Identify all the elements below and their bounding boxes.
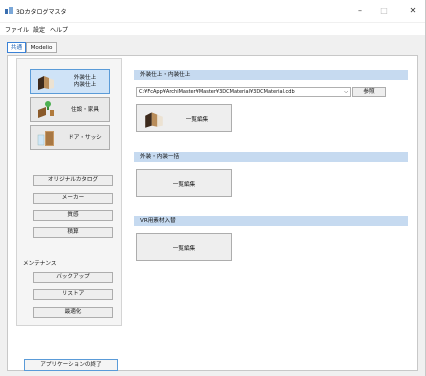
window-title: 3Dカタログマスタ: [16, 9, 67, 16]
list-edit-button-exterior-interior[interactable]: 一覧編集: [136, 104, 232, 132]
door-sash-icon: [37, 131, 54, 146]
list-edit-label: 一覧編集: [185, 117, 209, 123]
category-furniture-button[interactable]: 住設・家具: [30, 97, 110, 122]
category-label: ドア・サッシ: [68, 135, 102, 141]
app-window: 3Dカタログマスタ – □ ✕ ファイル 設定 ヘルプ 共通 Modelio 外…: [0, 0, 426, 376]
texture-button[interactable]: 質感: [33, 210, 113, 221]
minimize-button[interactable]: –: [353, 4, 367, 18]
category-label: 住設・家具: [71, 107, 99, 113]
menu-file[interactable]: ファイル: [5, 25, 29, 34]
menu-help[interactable]: ヘルプ: [50, 25, 68, 34]
restore-button[interactable]: リストア: [33, 289, 113, 300]
original-catalog-button[interactable]: オリジナルカタログ: [33, 175, 113, 186]
material-samples-icon: [38, 76, 54, 90]
list-edit-button-bulk[interactable]: 一覧編集: [136, 169, 232, 197]
category-exterior-interior-button[interactable]: 外装仕上 内装仕上: [30, 69, 110, 94]
app-icon: [5, 7, 13, 14]
category-pane: 外装仕上 内装仕上 住設・家具 ドア・サッシ: [16, 58, 122, 326]
list-edit-button-vr[interactable]: 一覧編集: [136, 233, 232, 261]
section-header-bulk: 外装・内装一括: [134, 152, 408, 162]
category-door-sash-button[interactable]: ドア・サッシ: [30, 125, 110, 150]
browse-button[interactable]: 参照: [352, 87, 386, 97]
maximize-button[interactable]: □: [377, 4, 391, 18]
category-label: 外装仕上 内装仕上: [73, 75, 97, 88]
tab-common[interactable]: 共通: [7, 42, 26, 53]
close-button[interactable]: ✕: [406, 4, 420, 18]
tab-modelio[interactable]: Modelio: [26, 42, 57, 53]
backup-button[interactable]: バックアップ: [33, 272, 113, 283]
estimate-button[interactable]: 積算: [33, 227, 113, 238]
exit-application-button[interactable]: アプリケーションの終了: [24, 359, 118, 371]
menu-settings[interactable]: 設定: [33, 25, 45, 34]
list-edit-label: 一覧編集: [172, 182, 196, 188]
title-bar: 3Dカタログマスタ – □ ✕: [0, 0, 425, 22]
chevron-down-icon: ⌵: [344, 89, 348, 95]
material-samples-icon: [145, 112, 163, 128]
database-path-select[interactable]: C:¥FcApp¥ArchiMaster¥Master¥3DCMaterial¥…: [136, 87, 351, 97]
section-header-exterior-interior: 外装仕上・内装仕上: [134, 70, 408, 80]
database-path-value: C:¥FcApp¥ArchiMaster¥Master¥3DCMaterial¥…: [139, 89, 295, 95]
maker-button[interactable]: メーカー: [33, 193, 113, 204]
maintenance-label: メンテナンス: [23, 261, 57, 267]
furniture-icon: [38, 101, 54, 118]
section-header-vr-replace: VR用素材入替: [134, 216, 408, 226]
list-edit-label: 一覧編集: [172, 246, 196, 252]
menu-bar: ファイル 設定 ヘルプ: [0, 23, 425, 35]
optimize-button[interactable]: 最適化: [33, 307, 113, 318]
